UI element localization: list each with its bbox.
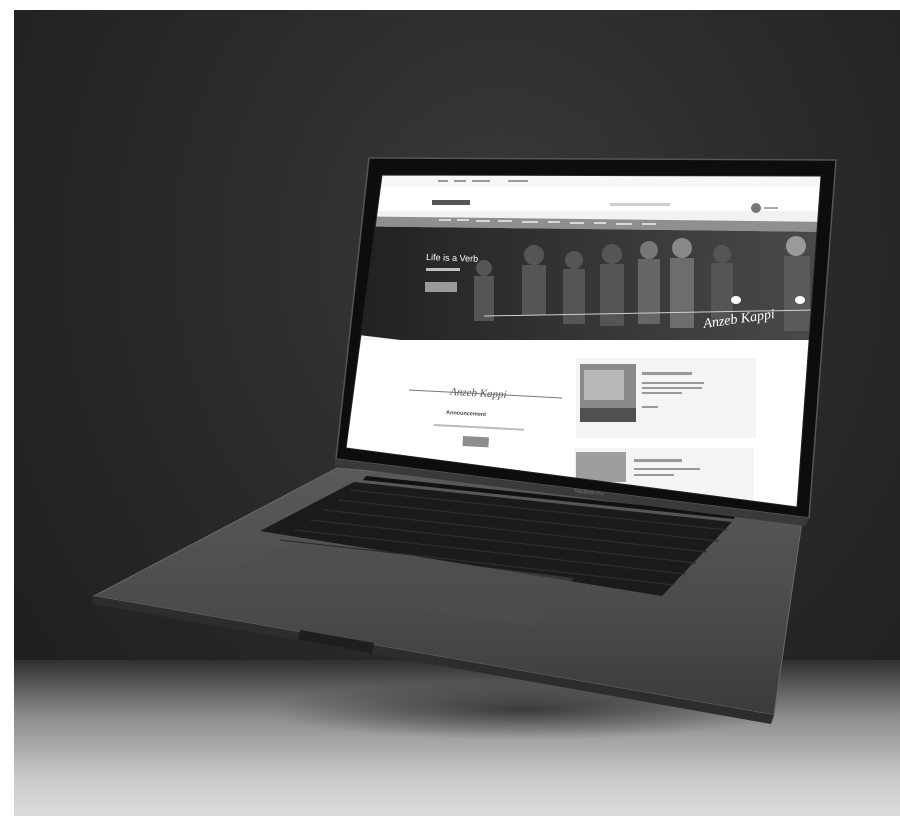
cart-label: [764, 207, 778, 209]
feature-button[interactable]: [462, 436, 489, 448]
laptop-illustration: MacBook Pro Life is a Verb Anzeb Kappi A…: [92, 157, 837, 724]
hero-headline: Life is a Verb: [426, 252, 478, 264]
cart-icon[interactable]: [751, 203, 761, 213]
hero-subtext: [426, 268, 460, 271]
scooter-light: [795, 296, 805, 304]
site-top-bar: [346, 175, 821, 187]
search-field[interactable]: [610, 203, 670, 206]
laptop-photo: MacBook Pro Life is a Verb Anzeb Kappi A…: [14, 10, 900, 816]
hero-cta-button[interactable]: [425, 282, 457, 292]
scooter-light: [731, 296, 741, 304]
site-logo: [432, 200, 470, 205]
article-thumbnail: [576, 452, 626, 482]
